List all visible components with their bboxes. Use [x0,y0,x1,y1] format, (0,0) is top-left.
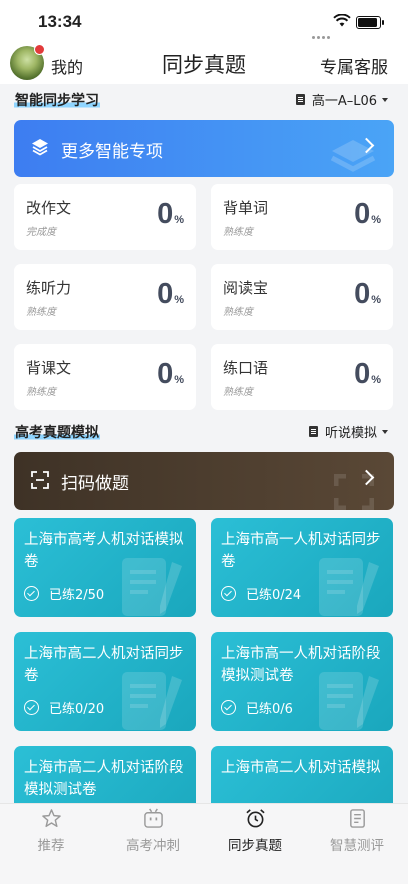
exam-section-header: 高考真题模拟 听说模拟 [0,420,408,444]
exam-section-title: 高考真题模拟 [14,422,100,442]
customer-service-button[interactable]: 专属客服 [320,53,388,78]
sync-section-title: 智能同步学习 [14,90,100,110]
scan-to-practice-banner[interactable]: 扫码做题 [14,452,394,510]
stat-value: 0% [354,358,381,390]
stat-name: 改作文 [26,199,72,217]
tab-sync-exam[interactable]: 同步真题 [204,804,306,884]
paper-name: 上海市高二人机对话阶段模拟测试卷 [24,760,184,798]
stat-sub: 熟练度 [223,227,253,238]
stat-card-vocabulary[interactable]: 背单词 熟练度 0% [211,184,393,250]
robot-icon [144,808,163,828]
stat-name: 背课文 [26,359,72,377]
stat-value: 0% [157,358,184,390]
stat-value: 0% [354,198,381,230]
status-time: 13:34 [38,12,82,31]
paper-card[interactable]: 上海市高一人机对话阶段模拟测试卷 已练0/6 [211,632,393,731]
paper-card[interactable]: 上海市高考人机对话模拟卷 已练2/50 [14,518,196,617]
tab-gaokao-sprint[interactable]: 高考冲刺 [102,804,204,884]
tab-bar: 推荐 高考冲刺 同步真题 智慧测评 [0,803,408,884]
layers-decoration-icon [330,140,376,172]
stat-name: 背单词 [223,199,269,217]
battery-icon [356,16,384,29]
stat-card-essay[interactable]: 改作文 完成度 0% [14,184,196,250]
more-smart-topics-label: 更多智能专项 [61,142,163,162]
check-circle-icon [24,700,39,715]
tab-label: 智慧测评 [330,838,384,854]
check-circle-icon [221,586,236,601]
stat-value: 0% [354,278,381,310]
tab-label: 高考冲刺 [126,838,180,854]
star-icon [42,809,61,828]
stat-card-speaking[interactable]: 练口语 熟练度 0% [211,344,393,410]
stat-sub: 熟练度 [26,307,56,318]
status-bar: 13:34 [0,0,408,44]
document-icon [350,809,365,828]
stat-card-recitation[interactable]: 背课文 熟练度 0% [14,344,196,410]
stat-sub: 熟练度 [26,387,56,398]
check-circle-icon [24,586,39,601]
signal-icon [312,24,332,39]
wifi-icon [333,14,351,27]
scan-icon [31,471,49,489]
alarm-clock-icon [246,809,265,828]
stat-sub: 熟练度 [223,387,253,398]
tab-label: 推荐 [37,838,65,854]
paper-progress: 已练0/24 [221,584,301,603]
paper-progress: 已练2/50 [24,584,104,603]
nav-bar: 我的 同步真题 专属客服 [0,44,408,84]
paper-name: 上海市高一人机对话阶段模拟测试卷 [221,646,381,684]
stat-sub: 熟练度 [223,307,253,318]
exam-type-selector-label: 听说模拟 [324,426,377,441]
stat-name: 练口语 [223,359,269,377]
scan-to-practice-label: 扫码做题 [61,474,129,494]
stat-value: 0% [157,278,184,310]
paper-card[interactable]: 上海市高二人机对话同步卷 已练0/20 [14,632,196,731]
check-circle-icon [221,700,236,715]
sync-section-header: 智能同步学习 高一A–L06 [0,88,408,112]
caret-down-icon [382,97,388,102]
stat-card-reading[interactable]: 阅读宝 熟练度 0% [211,264,393,330]
paper-name: 上海市高考人机对话模拟卷 [24,532,184,570]
stat-value: 0% [157,198,184,230]
paper-name: 上海市高二人机对话模拟 [221,760,381,776]
exam-type-selector[interactable]: 听说模拟 [308,422,388,441]
caret-down-icon [382,429,388,434]
paper-name: 上海市高二人机对话同步卷 [24,646,184,684]
textbook-selector[interactable]: 高一A–L06 [295,90,388,109]
stat-card-listening[interactable]: 练听力 熟练度 0% [14,264,196,330]
layers-icon [32,139,48,156]
paper-name: 上海市高一人机对话同步卷 [221,532,381,570]
textbook-selector-label: 高一A–L06 [311,94,377,109]
tab-smart-assessment[interactable]: 智慧测评 [306,804,408,884]
stat-name: 阅读宝 [223,279,269,297]
paper-progress: 已练0/6 [221,698,293,717]
paper-progress: 已练0/20 [24,698,104,717]
document-icon [295,94,305,105]
tab-label: 同步真题 [228,838,282,854]
stat-name: 练听力 [26,279,72,297]
paper-card[interactable]: 上海市高一人机对话同步卷 已练0/24 [211,518,393,617]
more-smart-topics-banner[interactable]: 更多智能专项 [14,120,394,177]
tab-recommend[interactable]: 推荐 [0,804,102,884]
document-icon [308,426,318,437]
stat-sub: 完成度 [26,227,56,238]
